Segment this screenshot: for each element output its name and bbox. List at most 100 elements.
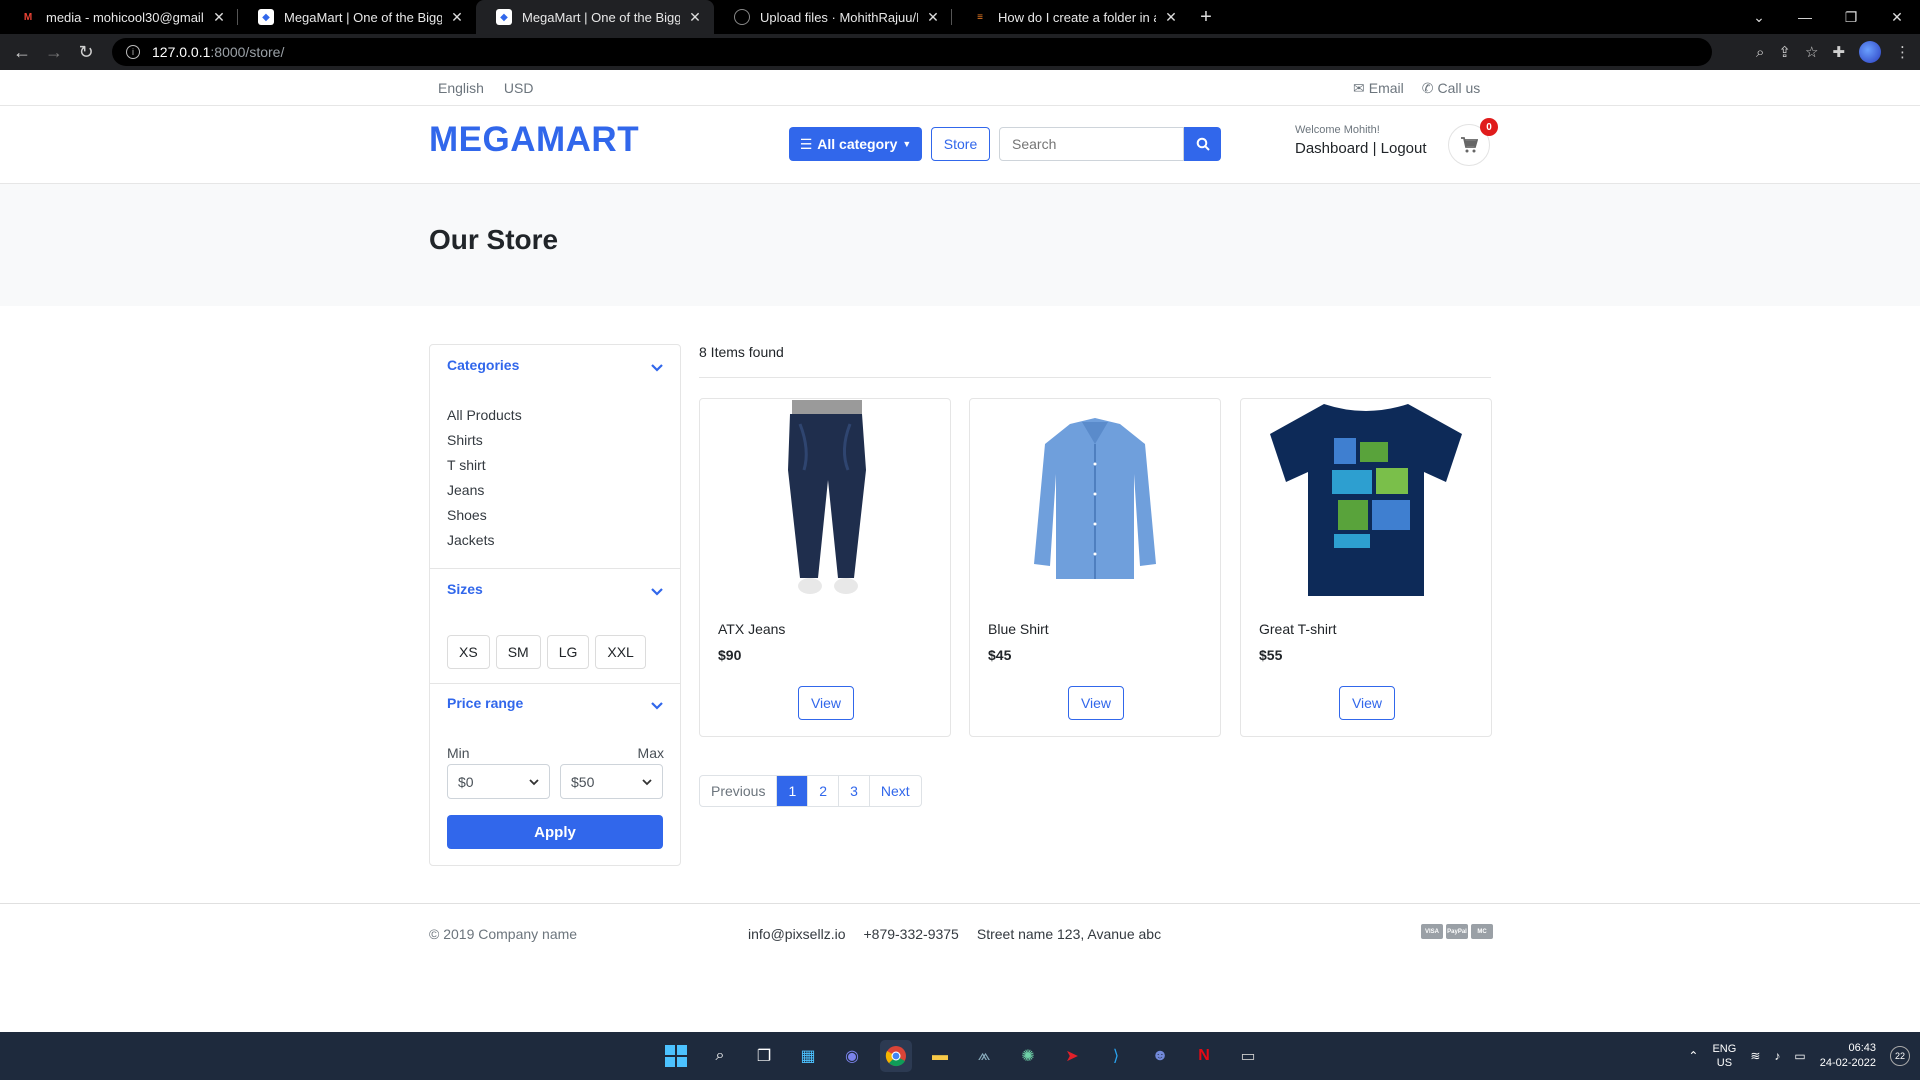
chat-icon[interactable]: ◉ [836, 1040, 868, 1072]
bookmark-star-icon[interactable]: ☆ [1805, 43, 1818, 61]
tab-title: media - mohicool30@gmail.com [46, 9, 204, 25]
size-option[interactable]: LG [546, 635, 590, 669]
search-button[interactable] [1184, 127, 1221, 161]
predator-sense-icon[interactable]: ⩕ [968, 1040, 1000, 1072]
site-info-icon[interactable]: i [126, 45, 140, 59]
vscode-icon[interactable]: ⟩ [1100, 1040, 1132, 1072]
product-price: $90 [718, 647, 742, 663]
page-button[interactable]: 3 [839, 776, 870, 806]
forward-icon[interactable]: → [38, 42, 70, 63]
file-explorer-icon[interactable]: ▬ [924, 1040, 956, 1072]
new-tab-button[interactable]: + [1190, 0, 1222, 34]
reload-icon[interactable]: ↻ [70, 42, 102, 63]
discord-icon[interactable]: ☻ [1144, 1040, 1176, 1072]
apply-button[interactable]: Apply [447, 815, 663, 849]
call-link[interactable]: ✆ Call us [1422, 80, 1481, 97]
shirt-image[interactable] [990, 399, 1200, 599]
terminal-icon[interactable]: ▭ [1232, 1040, 1264, 1072]
tshirt-image[interactable] [1261, 399, 1471, 599]
language-selector[interactable]: English [438, 80, 484, 96]
language-indicator[interactable]: ENG US [1712, 1042, 1736, 1070]
search-input[interactable] [999, 127, 1184, 161]
category-item[interactable]: Jeans [447, 480, 522, 505]
category-item[interactable]: All Products [447, 405, 522, 430]
logout-link[interactable]: Logout [1381, 140, 1427, 157]
view-button[interactable]: View [1339, 686, 1395, 720]
browser-tab[interactable]: ◆ MegaMart | One of the Biggest O ✕ [238, 0, 476, 34]
chevron-down-icon[interactable] [650, 699, 664, 713]
site-logo[interactable]: MEGAMART [429, 120, 639, 160]
tray-overflow-icon[interactable]: ⌃ [1688, 1049, 1698, 1063]
product-name[interactable]: ATX Jeans [718, 621, 785, 637]
product-name[interactable]: Blue Shirt [988, 621, 1049, 637]
tab-close-icon[interactable]: ✕ [448, 9, 466, 26]
browser-tab-active[interactable]: ◆ MegaMart | One of the Biggest O ✕ [476, 0, 714, 34]
category-item[interactable]: Shirts [447, 430, 522, 455]
tab-title: MegaMart | One of the Biggest O [522, 9, 680, 25]
tab-close-icon[interactable]: ✕ [686, 9, 704, 26]
price-range-toggle[interactable]: Price range [447, 695, 523, 711]
wifi-icon[interactable]: ≋ [1750, 1049, 1760, 1063]
search-icon[interactable]: ⌕ [704, 1040, 736, 1072]
email-link[interactable]: ✉ Email [1353, 80, 1404, 97]
chevron-down-icon[interactable] [650, 585, 664, 599]
category-item[interactable]: Jackets [447, 530, 522, 555]
back-icon[interactable]: ← [6, 42, 38, 63]
url-field[interactable]: i 127.0.0.1:8000/store/ [112, 38, 1712, 66]
sizes-toggle[interactable]: Sizes [447, 581, 483, 597]
size-option[interactable]: XXL [595, 635, 646, 669]
browser-tab[interactable]: ≡ How do I create a folder in a Git ✕ [952, 0, 1190, 34]
extensions-icon[interactable]: ✚ [1832, 43, 1845, 61]
view-button[interactable]: View [1068, 686, 1124, 720]
size-option[interactable]: SM [495, 635, 541, 669]
currency-selector[interactable]: USD [504, 80, 534, 96]
share-icon[interactable]: ⇪ [1778, 43, 1791, 61]
tab-search-icon[interactable]: ⌄ [1736, 9, 1782, 26]
page-button-current[interactable]: 1 [777, 776, 809, 806]
footer-email[interactable]: info@pixsellz.io [748, 926, 845, 942]
start-icon[interactable] [660, 1040, 692, 1072]
widgets-icon[interactable]: ▦ [792, 1040, 824, 1072]
page-button[interactable]: 2 [808, 776, 840, 806]
category-item[interactable]: T shirt [447, 455, 522, 480]
max-price-select[interactable]: $50 [560, 764, 663, 799]
browser-tab[interactable]: Upload files · MohithRajuu/Mega ✕ [714, 0, 952, 34]
profile-avatar[interactable] [1859, 41, 1881, 63]
browser-tab[interactable]: M media - mohicool30@gmail.com ✕ [0, 0, 238, 34]
page-title-section: Our Store [0, 184, 1920, 306]
tab-close-icon[interactable]: ✕ [210, 9, 228, 26]
dashboard-link[interactable]: Dashboard [1295, 140, 1368, 157]
redragon-icon[interactable]: ➤ [1056, 1040, 1088, 1072]
chrome-icon[interactable] [880, 1040, 912, 1072]
footer-phone: +879-332-9375 [863, 926, 959, 942]
taskbar-apps: ⌕ ❐ ▦ ◉ ▬ ⩕ ✺ ➤ ⟩ ☻ N ▭ [660, 1040, 1264, 1072]
categories-toggle[interactable]: Categories [447, 357, 519, 373]
volume-icon[interactable]: ♪ [1774, 1049, 1780, 1063]
battery-icon[interactable]: ▭ [1794, 1049, 1805, 1063]
close-window-button[interactable]: ✕ [1874, 9, 1920, 26]
task-view-icon[interactable]: ❐ [748, 1040, 780, 1072]
all-category-button[interactable]: ☰ All category ▼ [789, 127, 922, 161]
account-links: Dashboard | Logout [1295, 140, 1427, 157]
jeans-image[interactable] [720, 399, 930, 599]
view-button[interactable]: View [798, 686, 854, 720]
next-page-button[interactable]: Next [870, 776, 921, 806]
store-button[interactable]: Store [931, 127, 990, 161]
restore-button[interactable]: ❐ [1828, 9, 1874, 26]
notification-badge[interactable]: 22 [1890, 1046, 1910, 1066]
min-price-select[interactable]: $0 [447, 764, 550, 799]
zoom-icon[interactable]: ⌕ [1756, 44, 1764, 61]
chevron-down-icon[interactable] [650, 361, 664, 375]
previous-page-button[interactable]: Previous [700, 776, 778, 806]
tab-title: How do I create a folder in a Git [998, 9, 1156, 25]
category-item[interactable]: Shoes [447, 505, 522, 530]
product-name[interactable]: Great T-shirt [1259, 621, 1337, 637]
size-option[interactable]: XS [447, 635, 490, 669]
chatgpt-icon[interactable]: ✺ [1012, 1040, 1044, 1072]
tab-close-icon[interactable]: ✕ [924, 9, 942, 26]
netflix-icon[interactable]: N [1188, 1040, 1220, 1072]
tab-close-icon[interactable]: ✕ [1162, 9, 1180, 26]
browser-menu-icon[interactable]: ⋮ [1895, 43, 1910, 61]
minimize-button[interactable]: — [1782, 9, 1828, 25]
clock[interactable]: 06:43 24-02-2022 [1820, 1041, 1876, 1071]
